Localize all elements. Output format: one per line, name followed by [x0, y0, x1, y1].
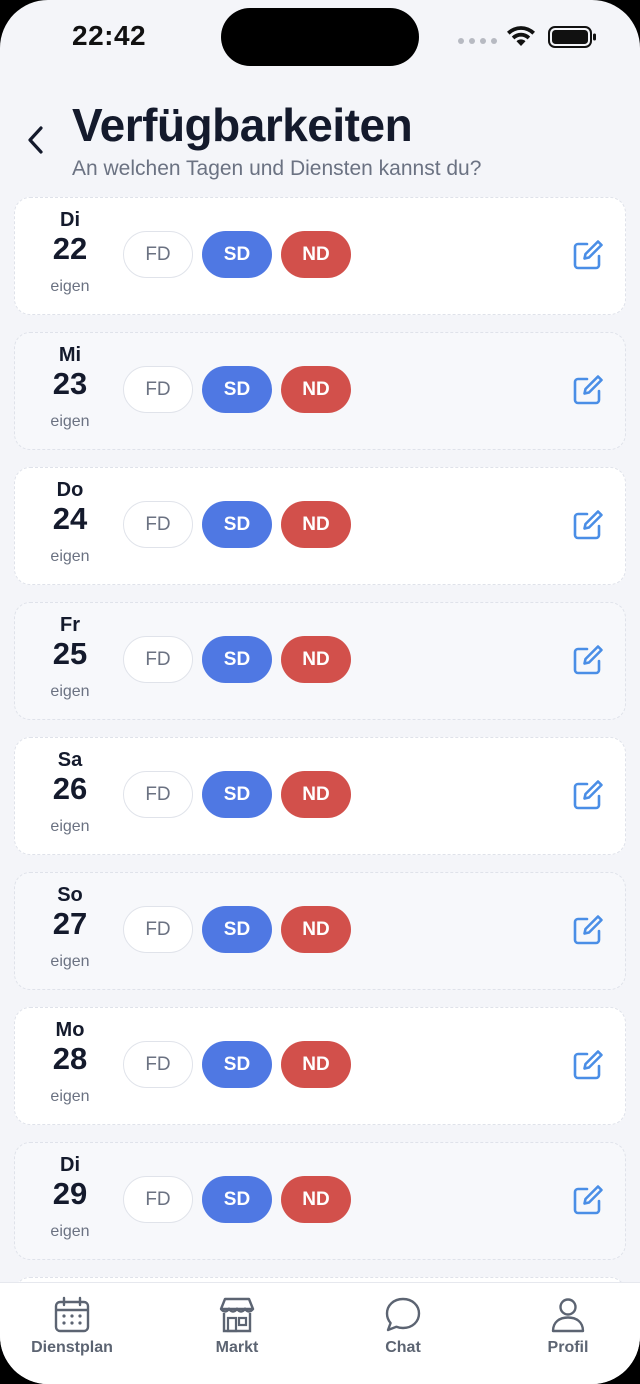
availability-source: eigen: [50, 953, 90, 970]
shift-toggle-sd[interactable]: SD: [202, 366, 272, 413]
tab-chat[interactable]: Chat: [343, 1295, 463, 1365]
shift-toggle-fd[interactable]: FD: [123, 501, 193, 548]
weekday-label: Di: [60, 209, 80, 231]
day-card[interactable]: Di 22 eigen FD SD ND: [14, 197, 626, 315]
app-screen: 22:42 Verfügbarkeiten An welchen Tagen u…: [0, 0, 640, 1384]
edit-icon: [573, 510, 603, 540]
edit-icon: [573, 1185, 603, 1215]
wifi-icon: [507, 26, 535, 46]
edit-icon: [573, 780, 603, 810]
edit-button[interactable]: [571, 238, 605, 272]
tab-bar: Dienstplan Markt Chat Profil: [0, 1282, 640, 1384]
shift-toggle-sd[interactable]: SD: [202, 771, 272, 818]
shift-toggle-nd[interactable]: ND: [281, 906, 351, 953]
tab-dienstplan[interactable]: Dienstplan: [12, 1295, 132, 1365]
edit-icon: [573, 240, 603, 270]
shift-toggle-fd[interactable]: FD: [123, 231, 193, 278]
shift-toggle-sd[interactable]: SD: [202, 906, 272, 953]
edit-button[interactable]: [571, 643, 605, 677]
availability-source: eigen: [50, 413, 90, 430]
availability-source: eigen: [50, 1088, 90, 1105]
shift-toggle-sd[interactable]: SD: [202, 1041, 272, 1088]
weekday-label: Mi: [58, 344, 82, 366]
day-card[interactable]: Mo 28 eigen FD SD ND: [14, 1007, 626, 1125]
availability-source: eigen: [50, 548, 90, 565]
day-card[interactable]: Fr 25 eigen FD SD ND: [14, 602, 626, 720]
day-number: 24: [52, 501, 88, 536]
dynamic-island: [221, 8, 419, 66]
edit-icon: [573, 1050, 603, 1080]
edit-button[interactable]: [571, 1183, 605, 1217]
availability-list[interactable]: Di 22 eigen FD SD ND Mi 23 eigen FD SD N…: [0, 196, 640, 1282]
weekday-label: Di: [60, 1154, 80, 1176]
day-number: 27: [52, 906, 88, 941]
store-icon: [219, 1297, 255, 1333]
edit-button[interactable]: [571, 778, 605, 812]
weekday-label: So: [57, 884, 83, 906]
edit-button[interactable]: [571, 508, 605, 542]
day-number: 29: [52, 1176, 88, 1211]
chevron-left-icon: [28, 126, 43, 154]
edit-icon: [573, 915, 603, 945]
edit-button[interactable]: [571, 913, 605, 947]
status-time: 22:42: [72, 20, 147, 51]
edit-icon: [573, 375, 603, 405]
tab-label: Chat: [385, 1339, 421, 1356]
page-title: Verfügbarkeiten: [72, 99, 413, 151]
chat-bubble-icon: [385, 1297, 421, 1332]
back-button[interactable]: [18, 120, 52, 160]
shift-toggle-fd[interactable]: FD: [123, 1041, 193, 1088]
availability-source: eigen: [50, 1223, 90, 1240]
tab-label: Dienstplan: [31, 1339, 113, 1356]
day-number: 28: [52, 1041, 88, 1076]
person-icon: [551, 1298, 585, 1333]
weekday-label: Mo: [55, 1019, 85, 1041]
availability-source: eigen: [50, 683, 90, 700]
day-card[interactable]: Mi 23 eigen FD SD ND: [14, 332, 626, 450]
tab-label: Markt: [215, 1339, 259, 1356]
edit-button[interactable]: [571, 1048, 605, 1082]
availability-source: eigen: [50, 818, 90, 835]
page-subtitle: An welchen Tagen und Diensten kannst du?: [72, 157, 482, 180]
shift-toggle-fd[interactable]: FD: [123, 771, 193, 818]
day-number: 26: [52, 771, 88, 806]
shift-toggle-nd[interactable]: ND: [281, 771, 351, 818]
shift-toggle-fd[interactable]: FD: [123, 636, 193, 683]
calendar-icon: [54, 1296, 90, 1333]
edit-icon: [573, 645, 603, 675]
battery-icon: [548, 26, 596, 48]
day-card[interactable]: Do 24 eigen FD SD ND: [14, 467, 626, 585]
shift-toggle-fd[interactable]: FD: [123, 366, 193, 413]
shift-toggle-sd[interactable]: SD: [202, 231, 272, 278]
status-bar: 22:42: [0, 0, 640, 80]
tab-profil[interactable]: Profil: [508, 1295, 628, 1365]
weekday-label: Sa: [57, 749, 83, 771]
day-number: 25: [52, 636, 88, 671]
shift-toggle-sd[interactable]: SD: [202, 501, 272, 548]
availability-source: eigen: [50, 278, 90, 295]
day-number: 22: [52, 231, 88, 266]
tab-markt[interactable]: Markt: [177, 1295, 297, 1365]
weekday-label: Fr: [60, 614, 80, 636]
shift-toggle-nd[interactable]: ND: [281, 636, 351, 683]
day-card[interactable]: Di 29 eigen FD SD ND: [14, 1142, 626, 1260]
cellular-signal-icon: [458, 38, 497, 44]
shift-toggle-sd[interactable]: SD: [202, 636, 272, 683]
shift-toggle-nd[interactable]: ND: [281, 1176, 351, 1223]
weekday-label: Do: [56, 479, 84, 501]
shift-toggle-fd[interactable]: FD: [123, 1176, 193, 1223]
shift-toggle-nd[interactable]: ND: [281, 1041, 351, 1088]
tab-label: Profil: [547, 1339, 589, 1356]
shift-toggle-nd[interactable]: ND: [281, 366, 351, 413]
day-number: 23: [52, 366, 88, 401]
shift-toggle-sd[interactable]: SD: [202, 1176, 272, 1223]
day-card[interactable]: Sa 26 eigen FD SD ND: [14, 737, 626, 855]
shift-toggle-nd[interactable]: ND: [281, 231, 351, 278]
shift-toggle-nd[interactable]: ND: [281, 501, 351, 548]
shift-toggle-fd[interactable]: FD: [123, 906, 193, 953]
edit-button[interactable]: [571, 373, 605, 407]
day-card[interactable]: So 27 eigen FD SD ND: [14, 872, 626, 990]
